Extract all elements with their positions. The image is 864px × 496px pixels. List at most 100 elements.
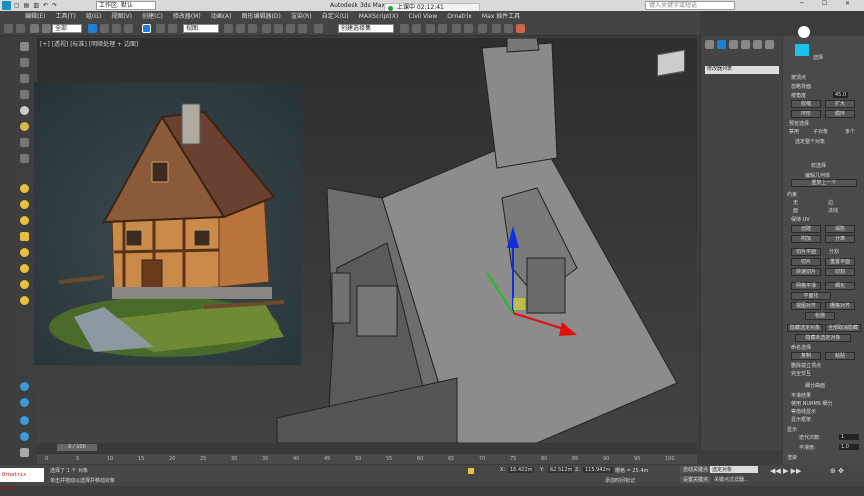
workspace-dropdown[interactable]: 工作区: 默认 [96,1,156,10]
mirror-icon[interactable] [400,24,409,33]
close-icon[interactable]: ✕ [845,0,850,7]
frame-slider[interactable]: 0 / 100 [57,444,97,451]
utilities-tab-icon[interactable] [765,40,774,49]
face-radio[interactable]: 面 [793,207,798,214]
spinner-snap-icon[interactable] [298,24,307,33]
rect-region-icon[interactable] [112,24,121,33]
zoom-extents-icon[interactable]: ⊕ ✥ [830,467,844,475]
layer-icon[interactable] [426,24,435,33]
menu-item[interactable]: 组(G) [86,11,101,22]
repeat-last-button[interactable]: 重复上一个 [791,179,857,187]
show-cage-checkbox[interactable]: 显示框架 [791,416,811,423]
select-scale-icon[interactable] [168,24,177,33]
window-crossing-icon[interactable] [124,24,133,33]
selection-filter-dropdown[interactable]: 全部 [52,24,82,33]
keep-uv-checkbox[interactable]: 保持 UV [791,216,810,223]
quick-slice-button[interactable]: 快速切片 [791,268,821,276]
sphere-icon[interactable] [20,184,29,193]
menu-item[interactable]: 修改器(M) [173,11,201,22]
isoline-display-checkbox[interactable]: 等值线显示 [791,408,816,415]
minimize-icon[interactable]: ─ [800,0,804,7]
relax-button[interactable]: 松弛 [805,312,835,320]
hide-selected-button[interactable]: 隐藏选定对象 [787,324,823,332]
menu-item[interactable]: 视图(V) [111,11,132,22]
smoothness-input[interactable]: 1.0 [839,444,859,450]
copy-button[interactable]: 复制 [791,352,821,360]
cylinder-icon[interactable] [20,232,29,241]
menu-item[interactable]: 自定义(U) [322,11,349,22]
shrink-button[interactable]: 收缩 [791,100,821,108]
render-setup-icon[interactable] [492,24,501,33]
pivot-icon[interactable] [224,24,233,33]
meshsmooth-button[interactable]: 网格平滑 [791,282,821,290]
multi-radio[interactable]: 多个 [845,128,855,135]
active-subobject-icon[interactable] [795,44,809,56]
named-selection-dropdown[interactable]: 创建选择集 [338,24,394,33]
z-coord[interactable]: 115.942m [583,467,613,473]
undo-tool-icon[interactable] [4,24,13,33]
disable-radio[interactable]: 禁用 [789,128,799,135]
create-tab-icon[interactable] [705,40,714,49]
timeline[interactable]: 0 / 100 0 5 10 15 20 25 30 35 40 45 50 55 60 65 70 75 80… [37,443,697,465]
angle-snap-icon[interactable] [274,24,283,33]
cone-icon[interactable] [20,296,29,305]
motion-tab-icon[interactable] [741,40,750,49]
maximize-icon[interactable]: ☐ [822,0,827,7]
pan-icon[interactable] [20,448,29,457]
menu-item[interactable]: Max 插件工具 [482,11,520,22]
menu-item[interactable]: 动画(A) [211,11,232,22]
split-checkbox[interactable]: 分割 [829,248,839,255]
by-angle-checkbox[interactable]: 按角度 [791,92,806,99]
select-object-icon[interactable] [88,24,97,33]
loop-button[interactable]: 循环 [825,110,855,118]
walk-icon[interactable] [20,416,29,425]
sphere2-icon[interactable] [20,216,29,225]
smooth-result-checkbox[interactable]: 平滑结果 [791,392,811,399]
tessellate-button[interactable]: 细化 [825,282,855,290]
attach-button[interactable]: 附加 [791,235,821,243]
angle-input[interactable]: 45.0 [833,92,849,98]
app-logo-icon[interactable] [2,1,11,10]
create-panel-icon[interactable] [20,42,29,51]
redo-tool-icon[interactable] [16,24,25,33]
select-by-name-icon[interactable] [100,24,109,33]
menu-item[interactable]: MAXScript(X) [359,11,399,22]
graphite-icon[interactable] [438,24,447,33]
set-key-button[interactable]: 设置关键点 [680,476,712,483]
menu-item[interactable]: 渲染(R) [291,11,312,22]
reference-coord-dropdown[interactable]: 视图 [183,24,219,33]
none-radio[interactable]: 无 [793,199,798,206]
helper-icon[interactable] [20,154,29,163]
light-icon[interactable] [20,122,29,131]
lock-icon[interactable] [468,468,474,474]
modify-tab-icon[interactable] [717,40,726,49]
unhide-all-button[interactable]: 全部取消隐藏 [825,324,861,332]
normal-radio[interactable]: 法线 [828,207,838,214]
modifier-list-dropdown[interactable]: 修改器列表 [705,66,779,74]
new-icon[interactable]: ▢ [14,2,20,9]
soft-selection-rollout[interactable]: 软选择 [811,162,826,169]
select-rotate-icon[interactable] [156,24,165,33]
sphere3-icon[interactable] [20,248,29,257]
use-nurms-checkbox[interactable]: 使用 NURMS 细分 [791,400,833,407]
slice-button[interactable]: 切片 [791,258,821,266]
edge-radio[interactable]: 边 [828,199,833,206]
planarize-button[interactable]: 平面化 [791,292,831,300]
teapot-icon[interactable] [20,264,29,273]
torus-icon[interactable] [20,200,29,209]
modify-panel-icon[interactable] [20,58,29,67]
select-manipulate-icon[interactable] [236,24,245,33]
hierarchy-tab-icon[interactable] [729,40,738,49]
search-field[interactable]: 键入关键字或短语 [645,1,735,10]
edit-geometry-rollout[interactable]: 编辑几何体 [805,172,830,179]
track-bar[interactable]: 0 5 10 15 20 25 30 35 40 45 50 55 60 65 70 75 80 85 90 95 10… [37,453,697,464]
hide-unselected-button[interactable]: 隐藏未选定对象 [795,334,851,342]
detach-button[interactable]: 分离 [825,235,855,243]
schematic-icon[interactable] [464,24,473,33]
auto-key-button[interactable]: 自动关键点 [680,466,712,473]
paste-button[interactable]: 粘贴 [825,352,855,360]
view-align-button[interactable]: 视图对齐 [791,302,821,310]
key-mode-dropdown[interactable]: 选定对象 [710,466,758,473]
subobject-radio[interactable]: 子对象 [813,128,828,135]
menu-item[interactable]: Civil View [408,11,437,22]
